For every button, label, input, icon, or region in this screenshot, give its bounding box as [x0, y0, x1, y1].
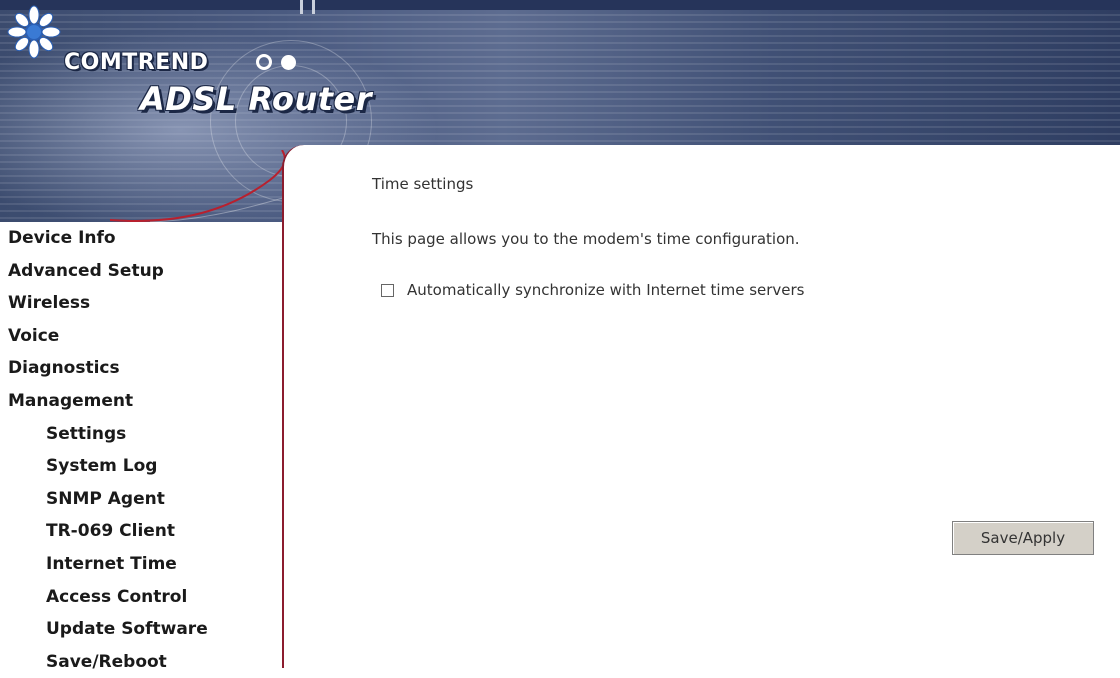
sidebar-item-diagnostics[interactable]: Diagnostics	[0, 352, 282, 385]
product-name: ADSL Router	[140, 80, 372, 118]
flower-logo-icon	[7, 5, 61, 59]
sidebar-item-management[interactable]: Management	[0, 385, 282, 418]
auto-sync-checkbox[interactable]	[381, 283, 394, 297]
auto-sync-option[interactable]: Automatically synchronize with Internet …	[381, 281, 805, 299]
sidebar-item-snmp-agent[interactable]: SNMP Agent	[0, 483, 282, 516]
sidebar-item-save-reboot[interactable]: Save/Reboot	[0, 646, 282, 678]
auto-sync-label: Automatically synchronize with Internet …	[407, 281, 805, 299]
sidebar-item-advanced-setup[interactable]: Advanced Setup	[0, 255, 282, 288]
sidebar-item-device-info[interactable]: Device Info	[0, 222, 282, 255]
sidebar-item-update-software[interactable]: Update Software	[0, 613, 282, 646]
sidebar-item-tr-069-client[interactable]: TR-069 Client	[0, 515, 282, 548]
main-content: Time settings This page allows you to th…	[282, 145, 1120, 668]
brand-name: COMTREND	[64, 50, 209, 75]
sidebar-item-voice[interactable]: Voice	[0, 320, 282, 353]
sidebar-item-access-control[interactable]: Access Control	[0, 581, 282, 614]
circle-icon	[281, 55, 297, 70]
page-description: This page allows you to the modem's time…	[372, 230, 800, 248]
sidebar-nav: Device Info Advanced Setup Wireless Voice Di…	[0, 222, 284, 672]
sidebar-item-wireless[interactable]: Wireless	[0, 287, 282, 320]
sidebar-item-internet-time[interactable]: Internet Time	[0, 548, 282, 581]
banner-divider	[312, 0, 315, 14]
banner-divider	[300, 0, 303, 14]
sidebar-item-settings[interactable]: Settings	[0, 418, 282, 451]
nav-list: Device Info Advanced Setup Wireless Voice Di…	[0, 222, 282, 678]
save-apply-button[interactable]: Save/Apply	[952, 521, 1094, 555]
brand-circles	[256, 54, 300, 74]
circle-icon	[256, 54, 272, 70]
page-title: Time settings	[372, 175, 474, 193]
banner-top-bar	[0, 0, 1120, 10]
sidebar-item-system-log[interactable]: System Log	[0, 450, 282, 483]
